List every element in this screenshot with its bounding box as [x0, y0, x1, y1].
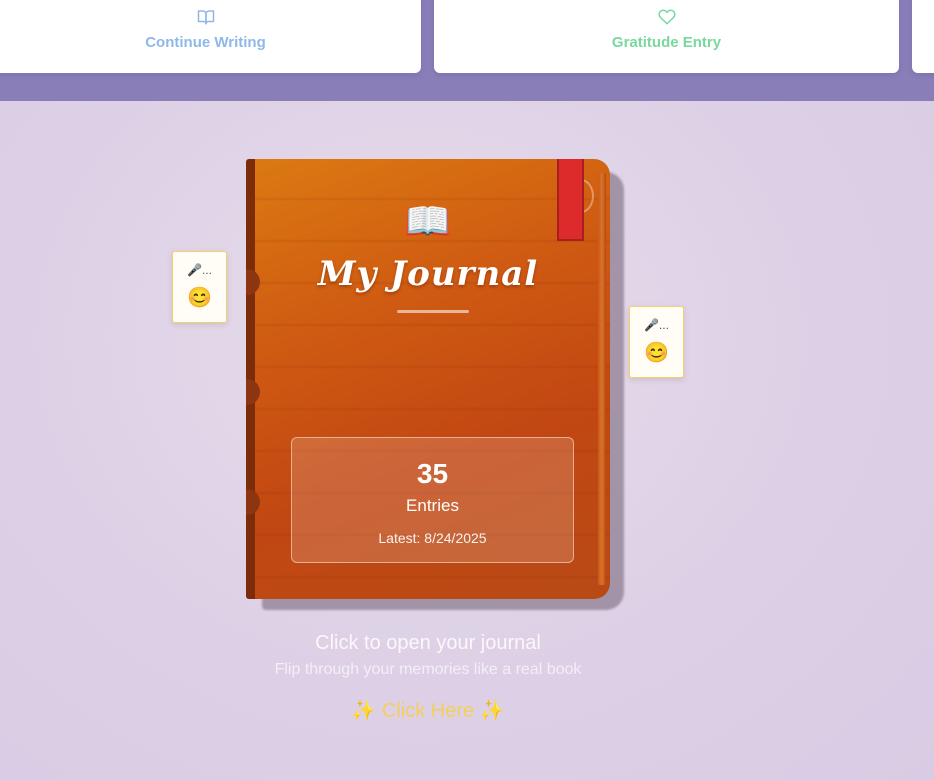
floating-note[interactable]: 🎤... 😊 [629, 306, 684, 378]
latest-entry-date: Latest: 8/24/2025 [378, 530, 487, 546]
microphone-note-text: 🎤... [187, 263, 212, 277]
journal-title: My Journal [317, 254, 539, 294]
heart-icon [657, 9, 676, 25]
open-journal-prompt: Click to open your journal [315, 632, 541, 654]
journal-stats: 35 Entries Latest: 8/24/2025 [291, 437, 574, 563]
quick-action-card-partial[interactable] [912, 0, 934, 73]
open-book-icon: 📖 [404, 201, 452, 243]
smile-emoji-icon: 😊 [644, 342, 669, 364]
microphone-note-text: 🎤... [644, 318, 669, 332]
click-here-button[interactable]: ✨ Click Here ✨ [0, 698, 856, 723]
entry-count: 35 [416, 458, 449, 489]
open-journal-subtitle: Flip through your memories like a real b… [274, 661, 582, 678]
smile-emoji-icon: 😊 [187, 287, 212, 309]
floating-note[interactable]: 🎤... 😊 [172, 251, 227, 323]
continue-writing-label: Continue Writing [145, 34, 266, 51]
title-underline [397, 310, 469, 313]
continue-writing-button[interactable]: Continue Writing [0, 0, 421, 73]
entries-label: Entries [406, 496, 459, 515]
journal-book[interactable]: 📖 My Journal 35 Entries Latest: 8/24/202… [246, 159, 610, 599]
book-open-icon [197, 10, 214, 25]
gratitude-entry-label: Gratitude Entry [611, 34, 722, 51]
gratitude-entry-button[interactable]: Gratitude Entry [434, 0, 899, 73]
